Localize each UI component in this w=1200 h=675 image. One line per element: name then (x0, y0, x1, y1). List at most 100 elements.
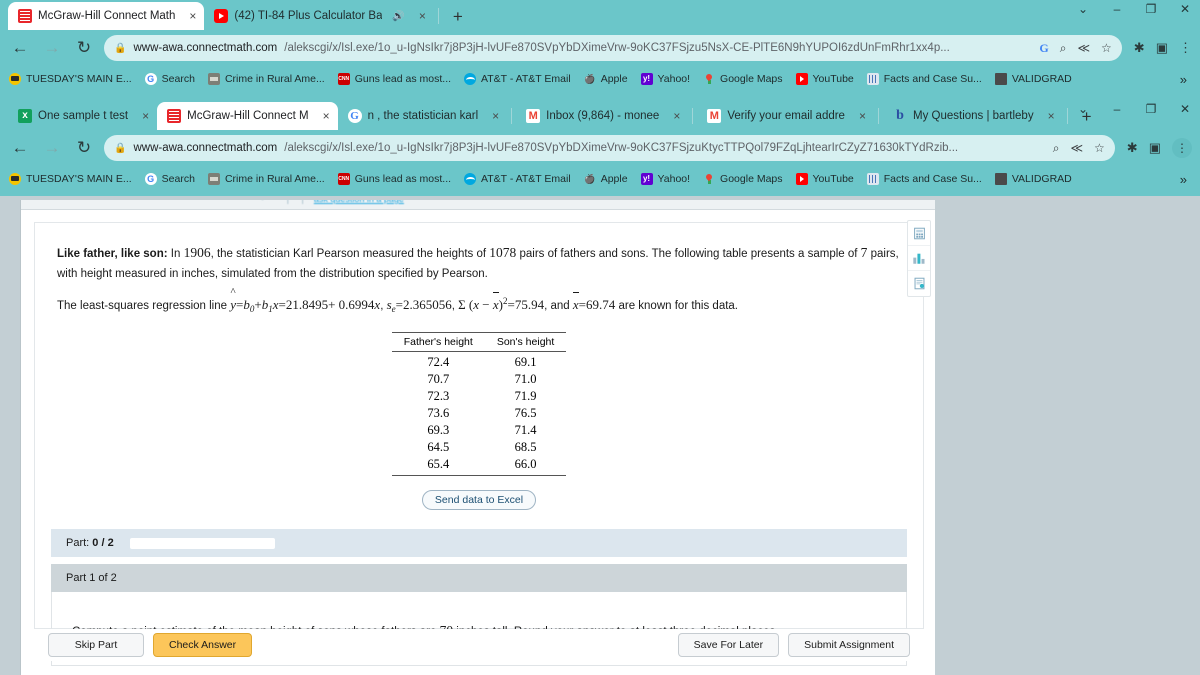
outer-tab-list-icon[interactable]: ⌄ (1074, 2, 1092, 16)
outer-minimize-icon[interactable]: – (1108, 2, 1126, 16)
sigma-symbol: Σ (458, 296, 466, 312)
side-panel-icon[interactable]: ▣ (1149, 140, 1161, 156)
share-icon[interactable]: ≪ (1077, 41, 1090, 55)
spreadsheet-tool[interactable] (908, 271, 930, 296)
problem-intro-b: , the statistician Karl Pearson measured… (210, 248, 487, 260)
x-bar-symbol: x (572, 291, 579, 316)
tab-divider (877, 108, 879, 124)
inner-tab-3[interactable]: Inbox (9,864) - monee × (516, 102, 688, 130)
bookmarks-overflow-icon[interactable]: » (1180, 72, 1191, 87)
inner-tab-2-close-icon[interactable]: × (484, 109, 499, 123)
check-answer-button[interactable]: Check Answer (153, 633, 253, 657)
outer-tab-1-close-icon[interactable]: × (411, 9, 426, 23)
outer-menu-icon[interactable]: ⋮ (1179, 40, 1192, 56)
bookmark-validgrad[interactable]: VALIDGRAD (994, 73, 1072, 85)
eq-sign-2: = (278, 296, 286, 312)
table-row: 64.5 68.5 (392, 439, 567, 456)
bookmark-youtube[interactable]: YouTube (795, 73, 854, 85)
cnn-favicon (337, 73, 350, 85)
crime-favicon (207, 73, 220, 85)
bookmark-yahoo[interactable]: Yahoo! (640, 173, 691, 185)
outer-back-button[interactable]: ← (8, 38, 32, 58)
inner-tab-4[interactable]: Verify your email addre × (697, 102, 874, 130)
bookmark-star-icon[interactable]: ☆ (1101, 41, 1112, 55)
bookmarks-overflow-icon[interactable]: » (1180, 172, 1191, 187)
heights-data-table: Father's height Son's height 72.4 69.1 70… (391, 332, 567, 476)
inner-address-bar[interactable]: 🔒 www-awa.connectmath.com/alekscgi/x/Isl… (104, 135, 1115, 161)
inner-toolbar: ← → ↻ 🔒 www-awa.connectmath.com/alekscgi… (0, 130, 1200, 166)
inner-back-button[interactable]: ← (8, 138, 32, 158)
bookmark-facts[interactable]: Facts and Case Su... (866, 73, 982, 85)
bookmark-crime[interactable]: Crime in Rural Ame... (207, 173, 325, 185)
inner-tab-5[interactable]: My Questions | bartleby × (883, 102, 1063, 130)
share-icon[interactable]: ≪ (1070, 141, 1083, 155)
inner-menu-icon[interactable]: ⋮ (1172, 138, 1192, 158)
inner-tabstrip: One sample t test × McGraw-Hill Connect … (0, 100, 1200, 130)
outer-forward-button[interactable]: → (40, 38, 64, 58)
toolbar-clipped-text: • | | ask question in a page (261, 200, 404, 204)
inner-tab-0[interactable]: One sample t test × (8, 102, 157, 130)
inner-minimize-icon[interactable]: – (1108, 102, 1126, 116)
side-panel-icon[interactable]: ▣ (1156, 40, 1168, 56)
zoom-icon[interactable]: ⌕ (1060, 41, 1067, 56)
inner-forward-button[interactable]: → (40, 138, 64, 158)
outer-tab-0[interactable]: McGraw-Hill Connect Math × (8, 2, 205, 30)
google-lens-icon[interactable]: G (1039, 41, 1048, 56)
bookmark-facts[interactable]: Facts and Case Su... (866, 173, 982, 185)
bookmark-guns[interactable]: Guns lead as most... (337, 73, 451, 85)
bookmark-maps[interactable]: Google Maps (703, 173, 783, 185)
progress-track (129, 537, 275, 549)
bookmark-att[interactable]: AT&T - AT&T Email (464, 73, 571, 85)
extensions-icon[interactable]: ✱ (1127, 140, 1138, 156)
outer-restore-icon[interactable]: ❐ (1142, 2, 1160, 16)
bookmark-yahoo[interactable]: Yahoo! (640, 73, 690, 85)
inner-tab-list-icon[interactable]: ⌄ (1074, 102, 1092, 116)
outer-reload-button[interactable]: ↻ (72, 38, 96, 58)
inner-tab-1-close-icon[interactable]: × (315, 109, 330, 123)
father-height: 70.7 (427, 372, 450, 386)
submit-assignment-button[interactable]: Submit Assignment (788, 633, 910, 657)
father-height: 64.5 (427, 440, 450, 454)
bookmark-star-icon[interactable]: ☆ (1094, 141, 1105, 155)
bookmark-search[interactable]: Search (144, 73, 195, 85)
bookmark-search[interactable]: Search (144, 173, 195, 185)
save-for-later-button[interactable]: Save For Later (677, 633, 780, 657)
bookmark-tuesday[interactable]: TUESDAY'S MAIN E... (9, 173, 132, 185)
inner-reload-button[interactable]: ↻ (72, 138, 96, 158)
extensions-icon[interactable]: ✱ (1134, 40, 1145, 56)
inner-tab-2[interactable]: G n , the statistician karl × (338, 102, 508, 130)
outer-address-bar[interactable]: 🔒 www-awa.connectmath.com/alekscgi/x/Isl… (104, 35, 1122, 61)
inner-tab-1[interactable]: McGraw-Hill Connect M × (157, 102, 338, 130)
bookmark-validgrad[interactable]: VALIDGRAD (994, 173, 1072, 185)
inner-tab-3-close-icon[interactable]: × (665, 109, 680, 123)
bookmark-crime[interactable]: Crime in Rural Ame... (207, 73, 325, 85)
inner-tab-2-label: n , the statistician karl (367, 110, 479, 122)
son-height: 76.5 (514, 406, 537, 420)
inner-close-icon[interactable]: ✕ (1176, 102, 1194, 116)
inner-tab-4-close-icon[interactable]: × (851, 109, 866, 123)
bookmark-apple[interactable]: Apple (584, 73, 628, 85)
send-data-to-excel-button[interactable]: Send data to Excel (421, 490, 537, 510)
chart-tool[interactable] (908, 246, 930, 271)
tab-audio-icon[interactable]: 🔊 (392, 11, 404, 22)
bookmark-youtube[interactable]: YouTube (795, 173, 854, 185)
outer-tab-0-close-icon[interactable]: × (181, 9, 196, 23)
bookmark-label: Yahoo! (657, 173, 691, 185)
bookmark-maps[interactable]: Google Maps (703, 73, 783, 85)
bookmark-label: Google Maps (720, 73, 783, 85)
skip-part-button[interactable]: Skip Part (48, 633, 144, 657)
bookmark-att[interactable]: AT&T - AT&T Email (464, 173, 571, 185)
bookmark-apple[interactable]: Apple (584, 173, 628, 185)
bookmark-tuesday[interactable]: TUESDAY'S MAIN E... (9, 73, 132, 85)
inner-restore-icon[interactable]: ❐ (1142, 102, 1160, 116)
bookmark-label: Crime in Rural Ame... (224, 173, 325, 185)
bookmark-guns[interactable]: Guns lead as most... (337, 173, 451, 185)
calculator-tool[interactable] (908, 221, 930, 246)
inner-tab-0-close-icon[interactable]: × (134, 109, 149, 123)
outer-tab-1[interactable]: (42) TI-84 Plus Calculator Ba 🔊 × (204, 2, 433, 30)
outer-tabstrip: McGraw-Hill Connect Math × (42) TI-84 Pl… (0, 0, 1200, 30)
inner-tab-5-close-icon[interactable]: × (1040, 109, 1055, 123)
outer-close-icon[interactable]: ✕ (1176, 2, 1194, 16)
outer-new-tab-button[interactable]: + (443, 7, 473, 30)
zoom-icon[interactable]: ⌕ (1053, 141, 1060, 156)
